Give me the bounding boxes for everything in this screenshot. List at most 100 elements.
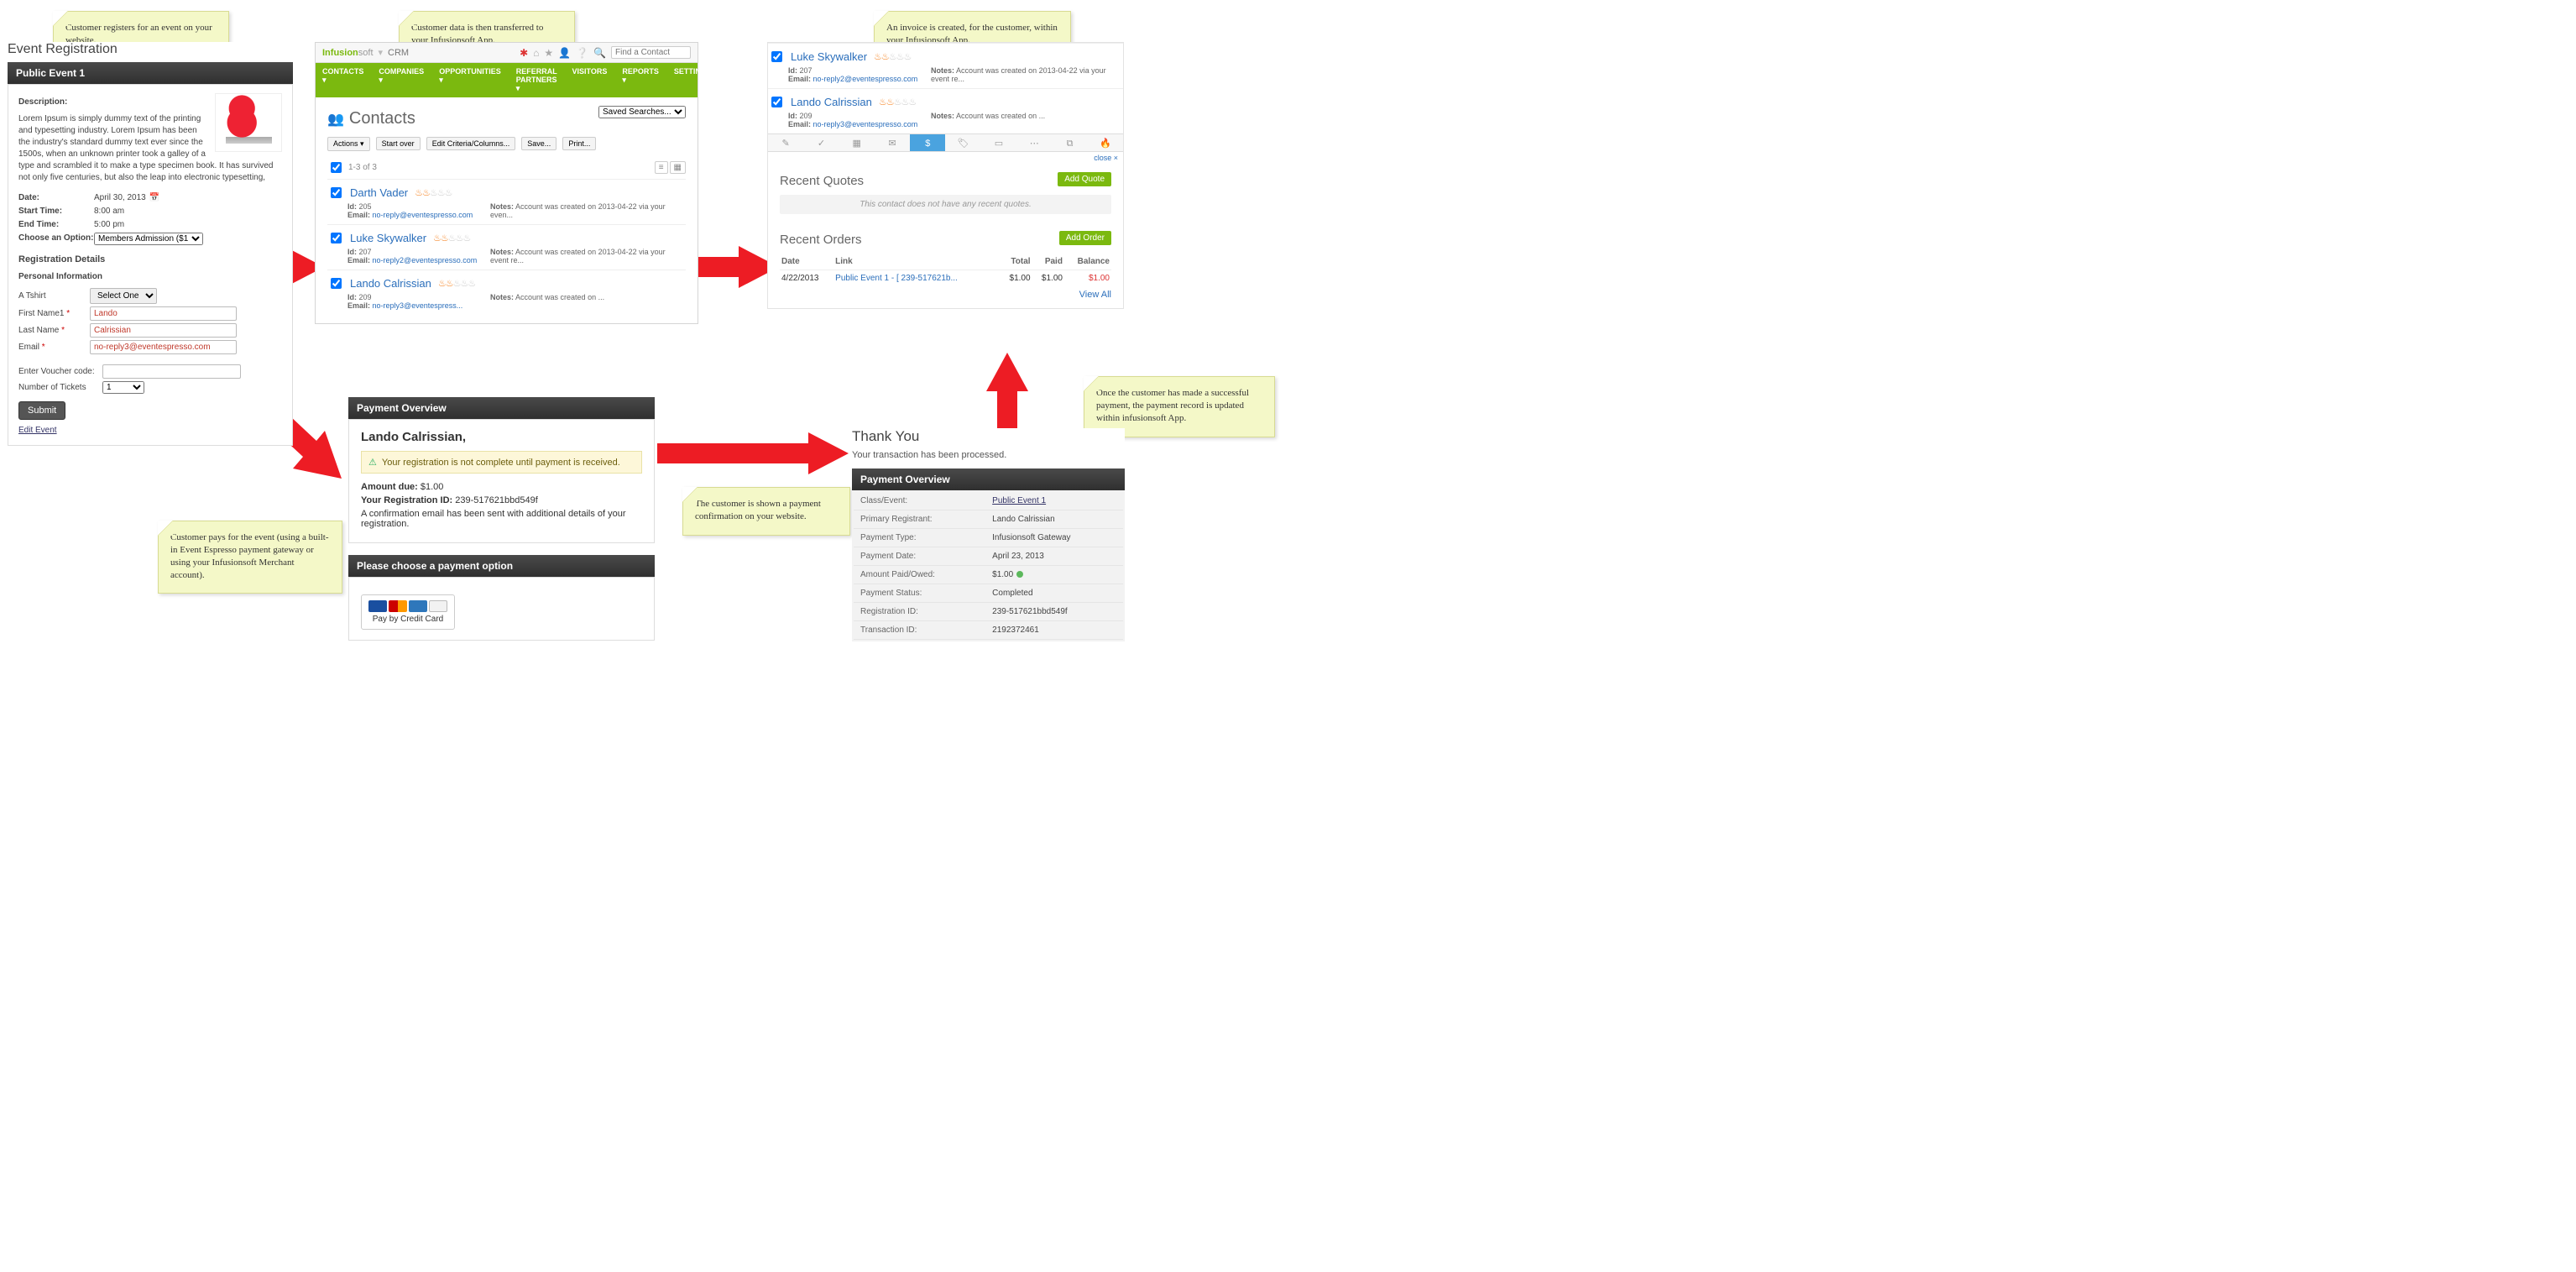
nav-settings[interactable]: SETTINGS [667,63,718,97]
row-checkbox[interactable] [331,187,342,198]
nav-referral[interactable]: REFERRAL PARTNERS ▾ [509,63,564,97]
search-input[interactable] [611,46,691,59]
table-row: Registration ID:239-517621bbd549f [854,603,1123,621]
payer-name: Lando Calrissian, [361,430,642,444]
contact-row[interactable]: Lando Calrissian♨♨♨♨♨Id: 209Email: no-re… [327,270,686,315]
nav-contacts[interactable]: CONTACTS ▾ [316,63,370,97]
tab-tag-icon[interactable]: 🏷 [945,134,980,151]
contact-row[interactable]: Luke Skywalker♨♨♨♨♨Id: 207Email: no-repl… [327,224,686,270]
add-order-button[interactable]: Add Order [1059,231,1111,245]
contact-row[interactable]: Luke Skywalker♨♨♨♨♨Id: 207Email: no-repl… [768,43,1123,88]
pay-by-credit-card-button[interactable]: Pay by Credit Card [361,594,455,630]
tab-edit-icon[interactable]: ✎ [768,134,803,151]
tshirt-label: A Tshirt [18,291,90,302]
row-checkbox[interactable] [771,51,782,62]
tab-more-icon[interactable]: ⋯ [1016,134,1052,151]
view-grid-icon[interactable]: ▦ [670,161,686,174]
star-icon[interactable]: ★ [544,47,553,59]
range-text: 1-3 of 3 [348,163,377,172]
submit-button[interactable]: Submit [18,401,65,420]
contact-tabs: ✎ ✓ ▦ ✉ $ 🏷 ▭ ⋯ ⧉ 🔥 [768,133,1123,152]
tshirt-select[interactable]: Select One [90,288,157,304]
firstname-field[interactable] [90,306,237,321]
amex-icon [409,600,427,612]
payment-details-table: Class/Event:Public Event 1Primary Regist… [854,492,1123,640]
sticky-text: The customer is shown a payment confirma… [695,499,821,521]
contact-email-link[interactable]: no-reply3@eventespresso.com [813,120,918,128]
view-list-icon[interactable]: ≡ [655,161,668,174]
help-icon[interactable]: ❔ [576,47,588,59]
table-row[interactable]: 4/22/2013 Public Event 1 - [ 239-517621b… [780,270,1111,287]
registration-details-header: Registration Details [18,254,282,266]
contact-name[interactable]: Lando Calrissian [791,96,872,108]
nav-companies[interactable]: COMPANIES ▾ [372,63,431,97]
contact-email-link[interactable]: no-reply2@eventespresso.com [373,256,478,264]
table-row: Payment Status:Completed [854,584,1123,603]
contact-email-link[interactable]: no-reply2@eventespresso.com [813,75,918,83]
row-checkbox[interactable] [331,278,342,289]
arrow-icon [657,428,850,479]
tab-card-icon[interactable]: ▭ [981,134,1016,151]
option-label: Choose an Option: [18,233,94,245]
contact-name[interactable]: Luke Skywalker [350,232,426,244]
flame-score-icon: ♨♨♨♨♨ [438,278,475,289]
personal-info-header: Personal Information [18,271,282,283]
startover-button[interactable]: Start over [376,137,421,150]
crm-label: CRM [388,48,409,58]
people-icon: 👥 [327,111,344,128]
add-quote-button[interactable]: Add Quote [1058,172,1111,186]
start-label: Start Time: [18,206,94,217]
tickets-select[interactable]: 1 [102,381,144,394]
tab-mail-icon[interactable]: ✉ [875,134,910,151]
contact-name[interactable]: Luke Skywalker [791,50,867,63]
lastname-field[interactable] [90,323,237,338]
actions-button[interactable]: Actions ▾ [327,137,370,151]
order-link[interactable]: Public Event 1 - [ 239-517621b... [835,274,958,283]
calendar-icon[interactable]: 📅 [149,192,159,204]
saved-searches-select[interactable]: Saved Searches... [598,106,686,118]
contact-row[interactable]: Lando Calrissian♨♨♨♨♨Id: 209Email: no-re… [768,88,1123,133]
payment-warning: Your registration is not complete until … [361,451,642,474]
save-button[interactable]: Save... [521,137,556,150]
date-value: April 30, 2013 [94,192,146,204]
view-all-link[interactable]: View All [1079,290,1111,300]
user-icon[interactable]: 👤 [558,47,571,59]
alert-icon[interactable]: ✱ [520,47,528,59]
contact-row[interactable]: Darth Vader♨♨♨♨♨Id: 205Email: no-reply@e… [327,179,686,224]
nav-visitors[interactable]: VISITORS [566,63,614,97]
edit-event-link[interactable]: Edit Event [18,425,57,437]
nav-opportunities[interactable]: OPPORTUNITIES ▾ [432,63,508,97]
print-button[interactable]: Print... [562,137,596,150]
page-title: Event Registration [8,42,293,57]
nav-reports[interactable]: REPORTS ▾ [615,63,666,97]
tab-money-icon[interactable]: $ [910,134,945,151]
selectall-checkbox[interactable] [331,162,342,173]
row-checkbox[interactable] [331,233,342,243]
email-field[interactable] [90,340,237,354]
confirmation-text: A confirmation email has been sent with … [361,509,642,529]
brand-logo: Infusionsoft [322,48,374,58]
home-icon[interactable]: ⌂ [533,47,539,59]
orders-table: DateLinkTotalPaidBalance 4/22/2013 Publi… [780,254,1111,286]
contact-name[interactable]: Lando Calrissian [350,277,431,290]
tab-copy-icon[interactable]: ⧉ [1052,134,1087,151]
tab-check-icon[interactable]: ✓ [803,134,839,151]
tab-calendar-icon[interactable]: ▦ [839,134,875,151]
table-row: Transaction ID:2192372461 [854,621,1123,640]
tickets-label: Number of Tickets [18,382,102,394]
contact-email-link[interactable]: no-reply3@eventespress... [373,301,463,310]
voucher-field[interactable] [102,364,241,379]
row-checkbox[interactable] [771,97,782,107]
contact-name[interactable]: Darth Vader [350,186,408,199]
editcriteria-button[interactable]: Edit Criteria/Columns... [426,137,516,150]
infusionsoft-crm-panel: Infusionsoft ▾CRM ✱ ⌂ ★ 👤 ❔ 🔍 CONTACTS ▾… [315,42,698,324]
close-link[interactable]: close × [1094,154,1118,162]
end-value: 5:00 pm [94,219,124,231]
option-select[interactable]: Members Admission ($1 [94,233,203,245]
contact-email-link[interactable]: no-reply@eventespresso.com [373,211,473,219]
tab-flame-icon[interactable]: 🔥 [1088,134,1123,151]
thank-you-panel: Thank You Your transaction has been proc… [852,428,1125,641]
search-icon[interactable]: 🔍 [593,47,606,59]
mastercard-icon [389,600,407,612]
thank-you-sub: Your transaction has been processed. [852,450,1125,460]
